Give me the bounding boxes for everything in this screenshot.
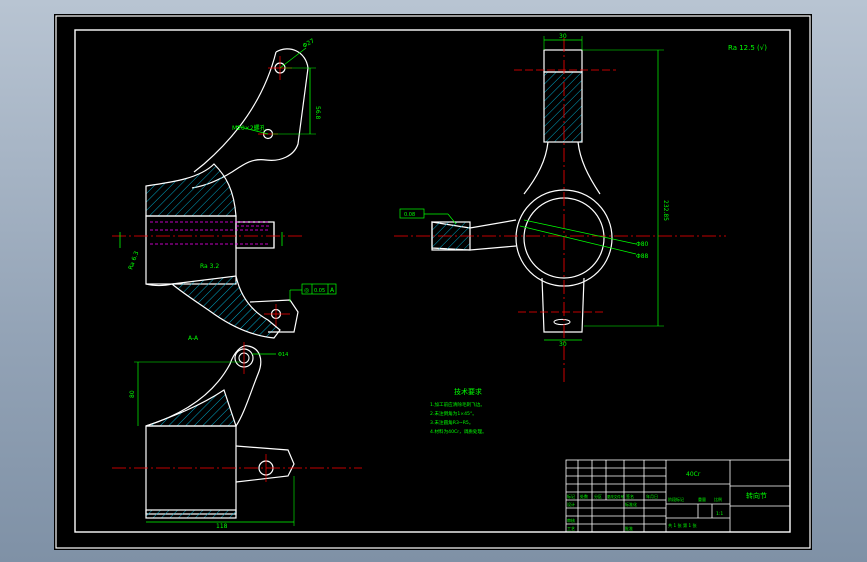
steering-arm-outline [191,48,309,189]
bottom-view: 80 118 Φ14 [112,342,362,530]
tb-label-approve: 批准 [625,525,633,531]
dim-bottom-length-text: 118 [216,523,228,530]
tech-req-line-1: 1.加工前应清除毛刺飞边。 [430,401,485,408]
kingpin-section [543,71,583,143]
kingpin-cap [543,49,583,73]
tech-req-line-2: 2.未注倒角为1×45°。 [430,410,477,417]
hub-upper-section [145,163,237,217]
bottom-clevis [235,445,295,483]
tb-label-review: 审核 [567,517,575,523]
tb-label-zone: 分区 [594,493,602,499]
dim-outer-text: Φ88 [636,253,649,260]
dim-total-height-text: 232.85 [662,200,669,221]
bottom-hub-body [145,425,237,515]
tb-label-count: 处数 [580,493,588,499]
dim-top-width-text: 30 [559,33,567,40]
leader-hole-dia [279,47,307,69]
inner-frame [74,29,791,533]
tech-requirements: 技术要求 1.加工前应清除毛刺飞边。 2.未注倒角为1×45°。 3.未注圆角R… [430,387,487,435]
tb-sheet: 共 1 张 第 1 张 [668,522,698,529]
kingpin-neck [523,141,601,195]
dim-bottom-height-text: 80 [129,390,136,398]
tb-label-date: 年月日 [646,493,658,499]
roughness-left: Ra 6.3 [127,250,140,271]
stem-slot [553,318,571,326]
hub-body [145,215,237,285]
tolerance-value: 0.05 [314,288,325,294]
tb-label-design: 设计 [567,501,575,507]
side-view: Φ27 56.8 M20×2螺孔 Ra 6.3 Ra 3.2 A-A ◎ 0.0… [112,37,337,342]
flat-tolerance-text: 0.08 [404,212,415,218]
tb-label-weight: 重量 [698,496,706,502]
tb-part-name: 转向节 [746,491,767,500]
front-view: 30 232.85 Φ80 Φ88 30 0.08 Ra 12.5 (√) [394,33,767,384]
roughness-note: Ra 12.5 (√) [728,44,767,52]
section-label: A-A [188,335,199,342]
tb-label-change: 更改文件号 [607,494,625,499]
tb-label-stage: 阶段标记 [668,496,684,502]
dim-hole-dia: Φ27 [302,37,316,49]
tech-req-title: 技术要求 [454,387,482,396]
dim-arm-height-text: 56.8 [314,106,321,120]
tech-req-line-3: 3.未注圆角R3~R5。 [430,419,473,426]
title-block-text: 40Cr 转向节 1:1 共 1 张 第 1 张 标记 处数 分区 更改文件号 … [567,471,767,531]
tb-label-standard: 标准化 [625,501,637,507]
drawing-viewport[interactable]: Φ27 56.8 M20×2螺孔 Ra 6.3 Ra 3.2 A-A ◎ 0.0… [54,14,812,550]
tb-label-ratio: 比例 [714,496,722,502]
roughness-bottom: Ra 3.2 [200,263,219,270]
tb-label-mark: 标记 [567,493,575,499]
tb-material: 40Cr [686,471,701,478]
tolerance-symbol: ◎ [304,287,309,294]
bottom-lower-section [145,509,237,519]
bottom-upper-section [145,389,237,427]
tb-scale: 1:1 [716,511,723,517]
dim-lower-hole-text: M20×2螺孔 [232,124,266,132]
cad-drawing: Φ27 56.8 M20×2螺孔 Ra 6.3 Ra 3.2 A-A ◎ 0.0… [55,15,811,549]
dim-bottom-width-text: 30 [559,341,567,348]
tb-label-process: 工艺 [567,526,575,531]
tolerance-datum: A [330,287,335,294]
tech-req-line-4: 4.材料为40Cr，调质处理。 [430,428,487,435]
steering-arm-inner [193,51,277,173]
tb-label-sign: 签名 [626,493,634,499]
dim-slot-text: Φ14 [278,352,288,358]
dim-bore-text: Φ80 [636,241,649,248]
hub-lower-section [170,275,281,339]
